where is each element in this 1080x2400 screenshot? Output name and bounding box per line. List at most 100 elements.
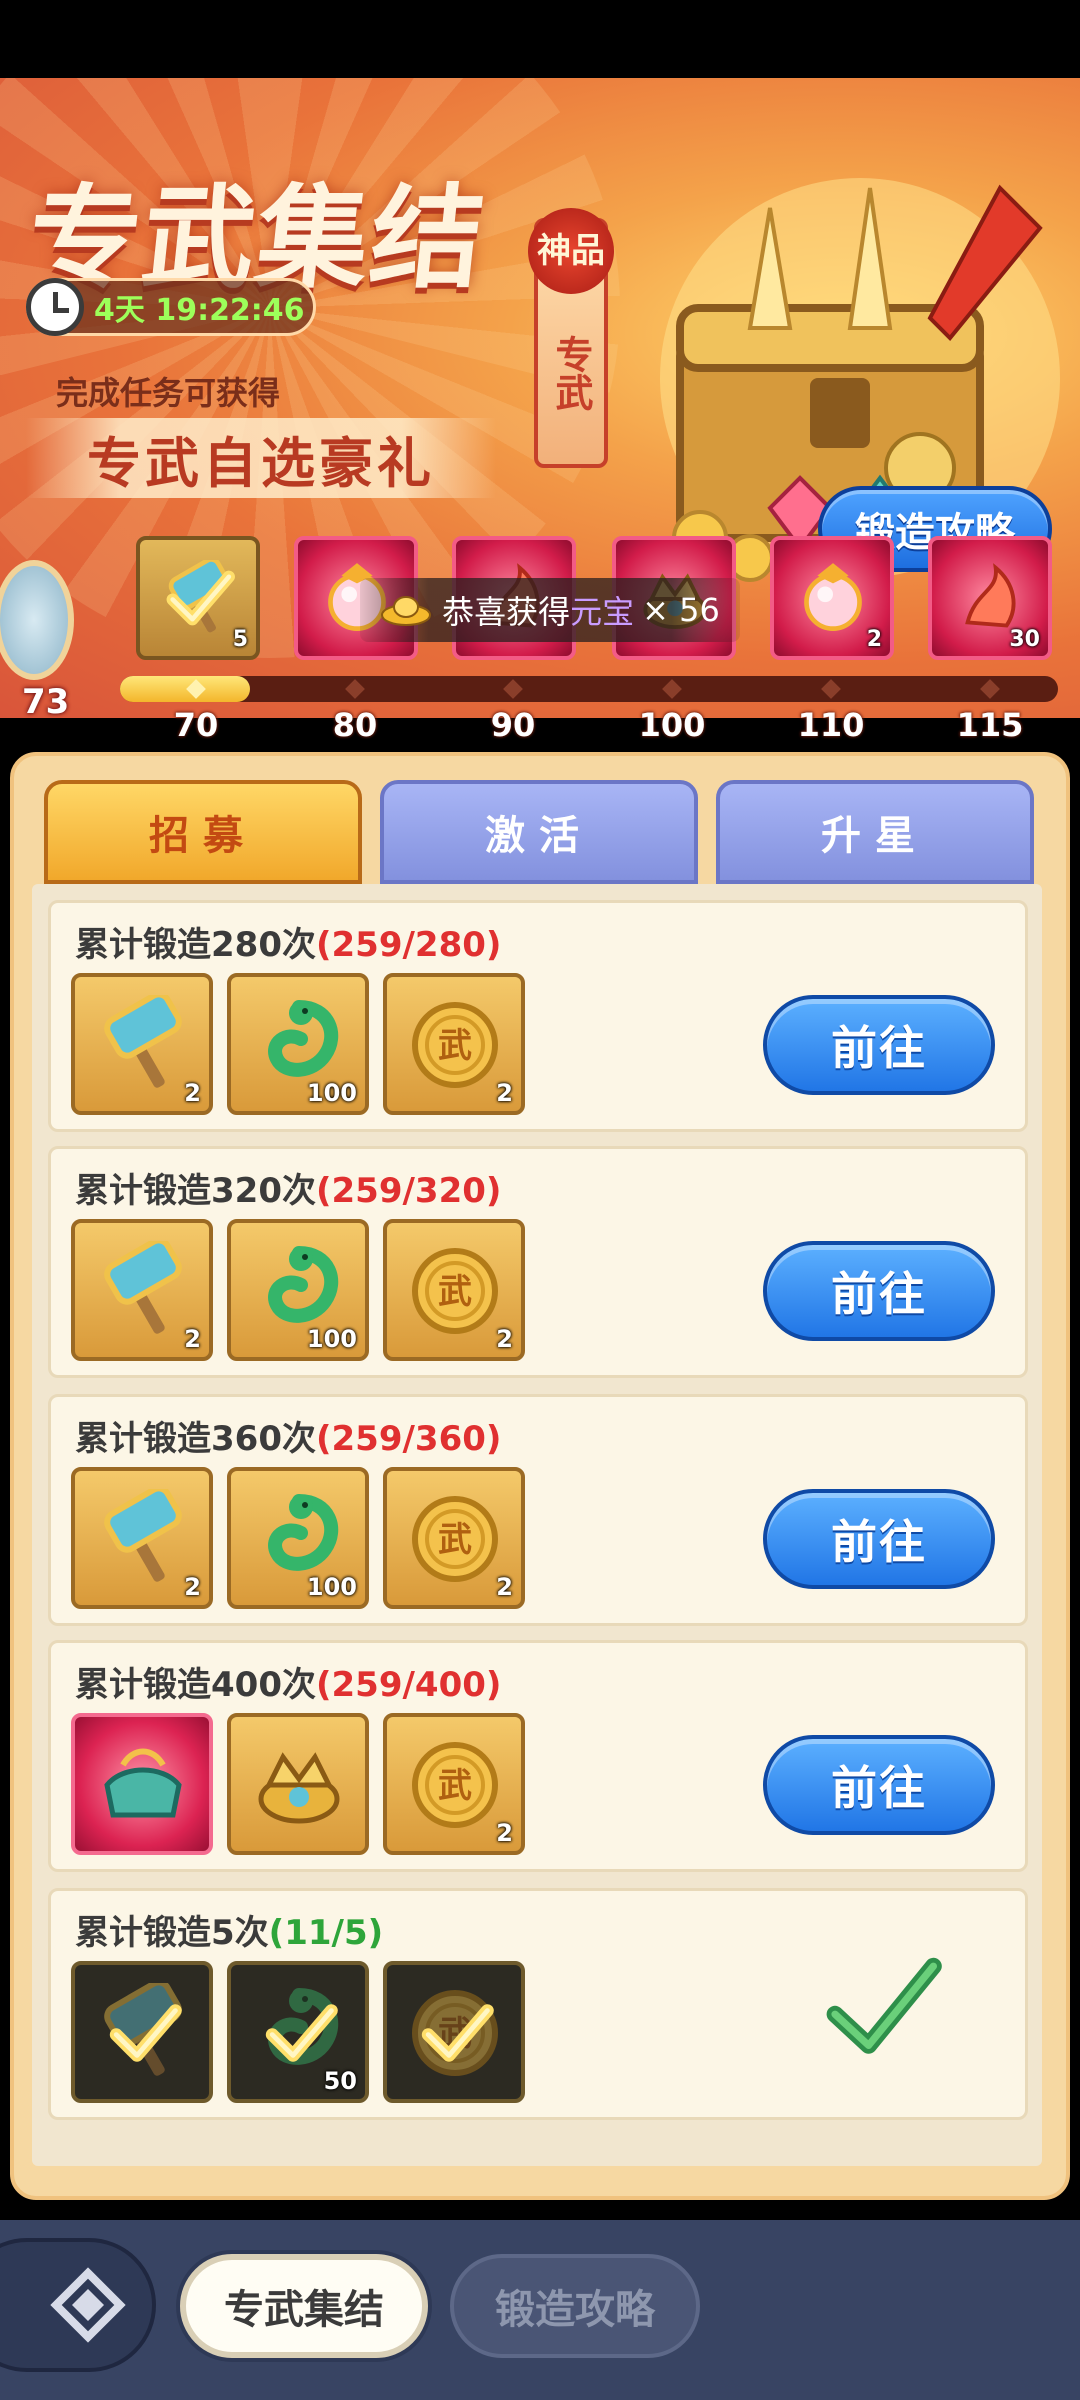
gift-banner: 专武自选豪礼 (26, 418, 496, 498)
toast-item: 元宝 (570, 593, 635, 631)
milestone-reward-tile[interactable]: 30 (928, 536, 1052, 660)
dragon-crown-icon (249, 1735, 349, 1835)
milestone-tick-label: 90 (490, 706, 536, 744)
task-progress: (11/5) (268, 1913, 384, 1953)
go-button[interactable]: 前往 (763, 1489, 995, 1589)
reward-subtitle: 完成任务可获得 (56, 374, 281, 412)
status-bar (0, 0, 1080, 78)
reward-item-slot[interactable]: 武 (383, 1961, 525, 2103)
gift-name: 专武自选豪礼 (87, 430, 435, 495)
item-count: 2 (496, 1573, 513, 1601)
milestone-tick (821, 679, 841, 699)
task-label: 累计锻造400次 (75, 1665, 316, 1705)
task-label: 累计锻造5次 (75, 1913, 269, 1953)
tab-recruit[interactable]: 招募 (44, 780, 362, 884)
task-label: 累计锻造280次 (75, 925, 316, 965)
reward-item-slot[interactable] (227, 1713, 369, 1855)
claimed-check-icon (261, 1993, 341, 2073)
task-card: 累计锻造400次(259/400) 武 2 前往 (48, 1640, 1028, 1872)
claimed-check-icon (162, 560, 238, 640)
go-button[interactable]: 前往 (763, 1735, 995, 1835)
go-button[interactable]: 前往 (763, 995, 995, 1095)
wu-coin-icon: 武 (405, 1241, 505, 1341)
task-progress: (259/280) (315, 925, 502, 965)
item-count: 2 (496, 1325, 513, 1353)
reward-item-slot[interactable]: 武2 (383, 1219, 525, 1361)
go-button[interactable]: 前往 (763, 1241, 995, 1341)
nav-exclusive-weapon-gathering[interactable]: 专武集结 (180, 2254, 428, 2358)
item-count: 2 (496, 1819, 513, 1847)
item-count: 2 (496, 1079, 513, 1107)
item-count: 2 (184, 1325, 201, 1353)
item-count: 2 (184, 1079, 201, 1107)
task-title: 累计锻造400次(259/400) (75, 1657, 501, 1706)
item-count: 2 (184, 1573, 201, 1601)
reward-item-slot[interactable]: 2 (71, 1467, 213, 1609)
reward-item-slot[interactable]: 100 (227, 1467, 369, 1609)
reward-item-slot[interactable]: 50 (227, 1961, 369, 2103)
reward-item-slot[interactable]: 100 (227, 973, 369, 1115)
svg-text:武: 武 (438, 1766, 472, 1806)
milestone-tick-label: 115 (956, 706, 1024, 744)
toast-suffix: × 56 (642, 591, 720, 629)
reward-count: 30 (1009, 627, 1040, 652)
task-tabs: 招募 激活 升星 (44, 780, 1036, 884)
item-count: 50 (323, 2067, 357, 2095)
item-count: 100 (306, 1079, 357, 1107)
tab-activate[interactable]: 激活 (380, 780, 698, 884)
wu-coin-icon: 武 (405, 995, 505, 1095)
seal-text: 专武 (549, 335, 594, 411)
task-card: 累计锻造5次(11/5) 50 武 (48, 1888, 1028, 2120)
milestone-tick-label: 70 (173, 706, 219, 744)
task-title: 累计锻造360次(259/360) (75, 1411, 501, 1460)
reward-item-slot[interactable]: 武2 (383, 1467, 525, 1609)
reward-toast: 恭喜获得 元宝 × 56 (360, 578, 740, 642)
item-count: 100 (306, 1325, 357, 1353)
milestone-tick-label: 110 (797, 706, 865, 744)
task-label: 累计锻造360次 (75, 1419, 316, 1459)
bottom-nav: 专武集结 锻造攻略 (0, 2220, 1080, 2400)
task-title: 累计锻造5次(11/5) (75, 1905, 383, 1954)
task-card: 累计锻造360次(259/360) 2 100 武 2 前往 (48, 1394, 1028, 1626)
clock-icon (26, 278, 84, 336)
svg-text:武: 武 (438, 1026, 472, 1066)
tab-star-up[interactable]: 升星 (716, 780, 1034, 884)
reward-item-slot[interactable]: 100 (227, 1219, 369, 1361)
completed-check-icon (823, 1947, 943, 2067)
timer-text: 4天 19:22:46 (94, 293, 305, 328)
task-progress: (259/400) (315, 1665, 502, 1705)
task-list[interactable]: 累计锻造280次(259/280) 2 100 武 2 前往 累计锻造320次(259… (32, 884, 1042, 2166)
event-timer: 4天 19:22:46 (26, 278, 316, 336)
milestone-tick (503, 679, 523, 699)
divine-grade-badge: 神品 (528, 208, 614, 294)
milestone-progress-bar (120, 676, 1058, 702)
milestone-tick (345, 679, 365, 699)
milestone-tick-label: 100 (638, 706, 706, 744)
toast-prefix: 恭喜获得 (442, 593, 571, 631)
milestone-tick (662, 679, 682, 699)
hammer-icon (93, 991, 193, 1095)
task-card: 累计锻造320次(259/320) 2 100 武 2 前往 (48, 1146, 1028, 1378)
reward-item-slot[interactable]: 武2 (383, 1713, 525, 1855)
reward-item-slot[interactable] (71, 1961, 213, 2103)
task-title: 累计锻造280次(259/280) (75, 917, 501, 966)
svg-text:武: 武 (438, 1520, 472, 1560)
hammer-icon (93, 1237, 193, 1341)
milestone-reward-tile[interactable]: 5 (136, 536, 260, 660)
milestone-reward-tile[interactable]: 2 (770, 536, 894, 660)
reward-item-slot[interactable]: 武2 (383, 973, 525, 1115)
reward-item-slot[interactable]: 2 (71, 973, 213, 1115)
wu-coin-icon: 武 (405, 1735, 505, 1835)
task-label: 累计锻造320次 (75, 1171, 316, 1211)
task-progress: (259/320) (315, 1171, 502, 1211)
nav-forge-guide[interactable]: 锻造攻略 (450, 2254, 700, 2358)
item-count: 100 (306, 1573, 357, 1601)
reward-count: 5 (232, 627, 248, 652)
reward-item-slot[interactable]: 2 (71, 1219, 213, 1361)
reward-count: 2 (866, 627, 882, 652)
back-arrow-icon (50, 2267, 126, 2343)
svg-text:武: 武 (438, 1272, 472, 1312)
back-button[interactable] (0, 2238, 156, 2372)
task-title: 累计锻造320次(259/320) (75, 1163, 501, 1212)
reward-item-slot[interactable] (71, 1713, 213, 1855)
